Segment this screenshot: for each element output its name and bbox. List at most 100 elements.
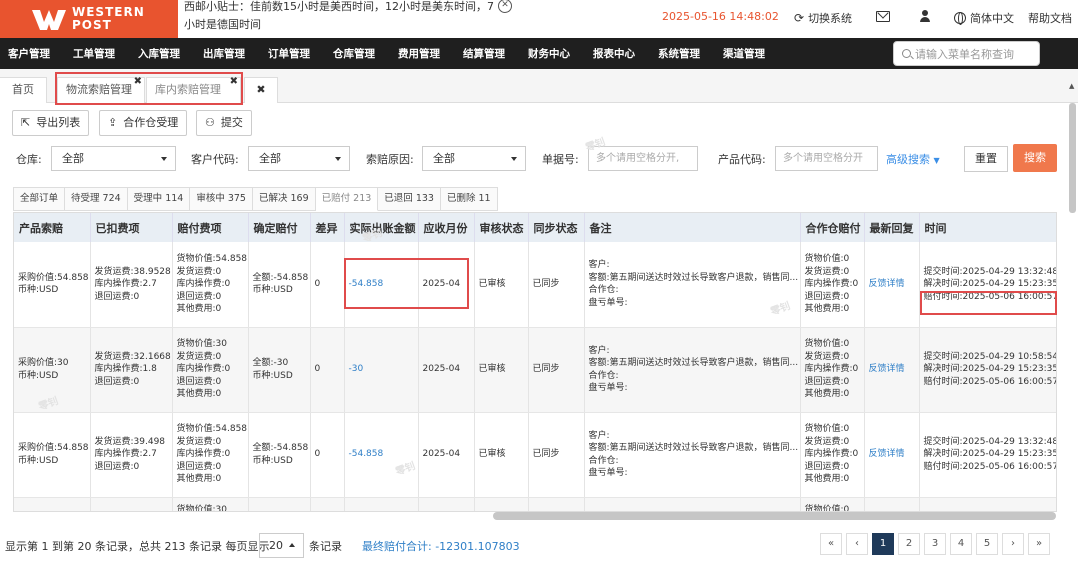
nav-item-settlement[interactable]: 结算管理 <box>463 46 505 61</box>
nav-item-system[interactable]: 系统管理 <box>658 46 700 61</box>
col-pay-items[interactable]: 赔付费项 <box>172 213 249 242</box>
submit-button[interactable]: ⚇ 提交 <box>196 110 252 136</box>
horizontal-scrollbar[interactable] <box>493 512 1056 520</box>
col-remark[interactable]: 备注 <box>584 213 801 242</box>
scroll-up-icon[interactable]: ▲ <box>1069 82 1074 90</box>
page-4-button[interactable]: 4 <box>950 533 972 555</box>
status-tab-all[interactable]: 全部订单 <box>13 187 66 211</box>
cell-sync: 已同步 <box>528 412 585 498</box>
page-5-button[interactable]: 5 <box>976 533 998 555</box>
highlight-box <box>55 72 243 105</box>
nav-item-inbound[interactable]: 入库管理 <box>138 46 180 61</box>
col-sync-status[interactable]: 同步状态 <box>528 213 585 242</box>
cell-confirm <box>248 497 311 511</box>
nav-item-report[interactable]: 报表中心 <box>593 46 635 61</box>
table-row[interactable]: 货物价值:30 货物价值:0 <box>14 497 1056 511</box>
col-confirm-pay[interactable]: 确定赔付 <box>248 213 311 242</box>
nav-item-fee[interactable]: 费用管理 <box>398 46 440 61</box>
table-row[interactable]: 采购价值:30 币种:USD 发货运费:32.1668 库内操作费:1.8 退回运费:… <box>14 327 1056 413</box>
language-label: 简体中文 <box>970 12 1014 25</box>
first-page-button[interactable]: « <box>820 533 842 555</box>
col-audit-status[interactable]: 审核状态 <box>474 213 529 242</box>
cell-pay: 货物价值:30 发货运费:0 库内操作费:0 退回运费:0 其他费用:0 <box>172 327 249 413</box>
next-page-button[interactable]: › <box>1002 533 1024 555</box>
cell-remark: 客户: 客额:第五期间送达时效过长导致客户退款，销售同... 合作仓: 盘亏单号: <box>584 412 801 498</box>
close-all-tabs-button[interactable]: ✖ <box>244 77 278 103</box>
table-row[interactable]: 采购价值:54.858 币种:USD 发货运费:39.498 库内操作费:2.7 退回… <box>14 412 1056 498</box>
nav-item-outbound[interactable]: 出库管理 <box>203 46 245 61</box>
cell-month <box>418 497 475 511</box>
page-size-select[interactable]: 20 <box>259 533 304 558</box>
status-tab-pending[interactable]: 待受理 724 <box>65 187 128 211</box>
status-tab-paid[interactable]: 已赔付 213 <box>315 187 379 211</box>
tab-home[interactable]: 首页 <box>0 77 47 103</box>
vertical-scrollbar[interactable] <box>1069 103 1076 213</box>
product-code-input[interactable]: 多个请用空格分开 <box>775 146 878 171</box>
nav-item-warehouse[interactable]: 仓库管理 <box>333 46 375 61</box>
col-deducted[interactable]: 已扣费项 <box>90 213 173 242</box>
cell-audit: 已审核 <box>474 327 529 413</box>
feedback-detail-link[interactable]: 反馈详情 <box>864 327 920 413</box>
page-info: 显示第 1 到第 20 条记录，总共 213 条记录 每页显示 <box>5 540 270 553</box>
nav-item-channel[interactable]: 渠道管理 <box>723 46 765 61</box>
page-1-button[interactable]: 1 <box>872 533 894 555</box>
status-tab-reviewing[interactable]: 审核中 375 <box>190 187 253 211</box>
nav-item-customer[interactable]: 客户管理 <box>8 46 50 61</box>
col-latest-reply[interactable]: 最新回复 <box>864 213 920 242</box>
last-page-button[interactable]: » <box>1028 533 1050 555</box>
cell-diff: 0 <box>310 412 345 498</box>
customer-select[interactable]: 全部 <box>248 146 350 171</box>
top-bar: WESTERN POST 西邮小贴士：佳前数15小时是美西时间，12小时是美东时… <box>0 0 1078 38</box>
close-icon[interactable]: ✕ <box>498 0 512 13</box>
switch-system-button[interactable]: ⟳ 切换系统 <box>794 10 852 26</box>
refresh-icon: ⟳ <box>794 11 805 25</box>
page-2-button[interactable]: 2 <box>898 533 920 555</box>
col-cowh-pay[interactable]: 合作仓赔付 <box>800 213 865 242</box>
nav-item-order[interactable]: 订单管理 <box>268 46 310 61</box>
feedback-detail-link[interactable]: 反馈详情 <box>864 242 920 328</box>
status-tab-returned[interactable]: 已退回 133 <box>378 187 441 211</box>
status-tab-deleted[interactable]: 已删除 11 <box>440 187 498 211</box>
language-selector[interactable]: 简体中文 <box>954 10 1014 26</box>
menu-search-input[interactable]: 请输入菜单名称查询 <box>893 41 1040 66</box>
globe-icon <box>954 12 966 25</box>
col-time[interactable]: 时间 <box>919 213 1056 242</box>
cell-confirm: 全额:-30 币种:USD <box>248 327 311 413</box>
search-button[interactable]: 搜索 <box>1013 144 1057 172</box>
person-icon: ⚇ <box>205 116 215 129</box>
cell-deducted <box>90 497 173 511</box>
col-month[interactable]: 应收月份 <box>418 213 475 242</box>
reason-select[interactable]: 全部 <box>422 146 526 171</box>
export-list-button[interactable]: ⇱ 导出列表 <box>12 110 90 136</box>
warehouse-select[interactable]: 全部 <box>51 146 176 171</box>
cell-pay: 货物价值:30 <box>172 497 249 511</box>
cell-pay: 货物价值:54.858 发货运费:0 库内操作费:0 退回运费:0 其他费用:0 <box>172 412 249 498</box>
brand-logo[interactable]: WESTERN POST <box>0 0 178 38</box>
cowh-accept-button[interactable]: ⇪ 合作仓受理 <box>99 110 188 136</box>
tip-text: 西邮小贴士：佳前数15小时是美西时间，12小时是美东时间，7小时是德国时间 <box>184 0 494 31</box>
cell-time <box>919 497 1056 511</box>
status-tab-accepting[interactable]: 受理中 114 <box>127 187 191 211</box>
col-product-claim[interactable]: 产品索赔 <box>14 213 91 242</box>
order-no-input[interactable]: 多个请用空格分开, <box>588 146 698 171</box>
advanced-search-link[interactable]: 高级搜索 ▼ <box>886 151 940 167</box>
nav-item-ticket[interactable]: 工单管理 <box>73 46 115 61</box>
col-diff[interactable]: 差异 <box>310 213 345 242</box>
nav-item-finance[interactable]: 财务中心 <box>528 46 570 61</box>
prev-page-button[interactable]: ‹ <box>846 533 868 555</box>
cell-sync: 已同步 <box>528 327 585 413</box>
reset-button[interactable]: 重置 <box>964 146 1008 172</box>
cell-cowh: 货物价值:0 发货运费:0 库内操作费:0 退回运费:0 其他费用:0 <box>800 327 865 413</box>
cell-actual <box>344 497 419 511</box>
user-icon[interactable] <box>920 9 930 23</box>
submit-label: 提交 <box>220 116 243 129</box>
cell-time: 提交时间:2025-04-29 13:32:48 解决时间:2025-04-29 … <box>919 412 1056 498</box>
feedback-detail-link[interactable]: 反馈详情 <box>864 412 920 498</box>
page-3-button[interactable]: 3 <box>924 533 946 555</box>
mail-icon[interactable] <box>876 11 890 22</box>
table-row[interactable]: 采购价值:54.858 币种:USD 发货运费:38.9528 库内操作费:2.7 退… <box>14 242 1056 328</box>
status-tab-resolved[interactable]: 已解决 169 <box>252 187 316 211</box>
cell-deducted: 发货运费:39.498 库内操作费:2.7 退回运费:0 <box>90 412 173 498</box>
help-docs-link[interactable]: 帮助文档 <box>1028 10 1072 26</box>
cell-audit: 已审核 <box>474 242 529 328</box>
